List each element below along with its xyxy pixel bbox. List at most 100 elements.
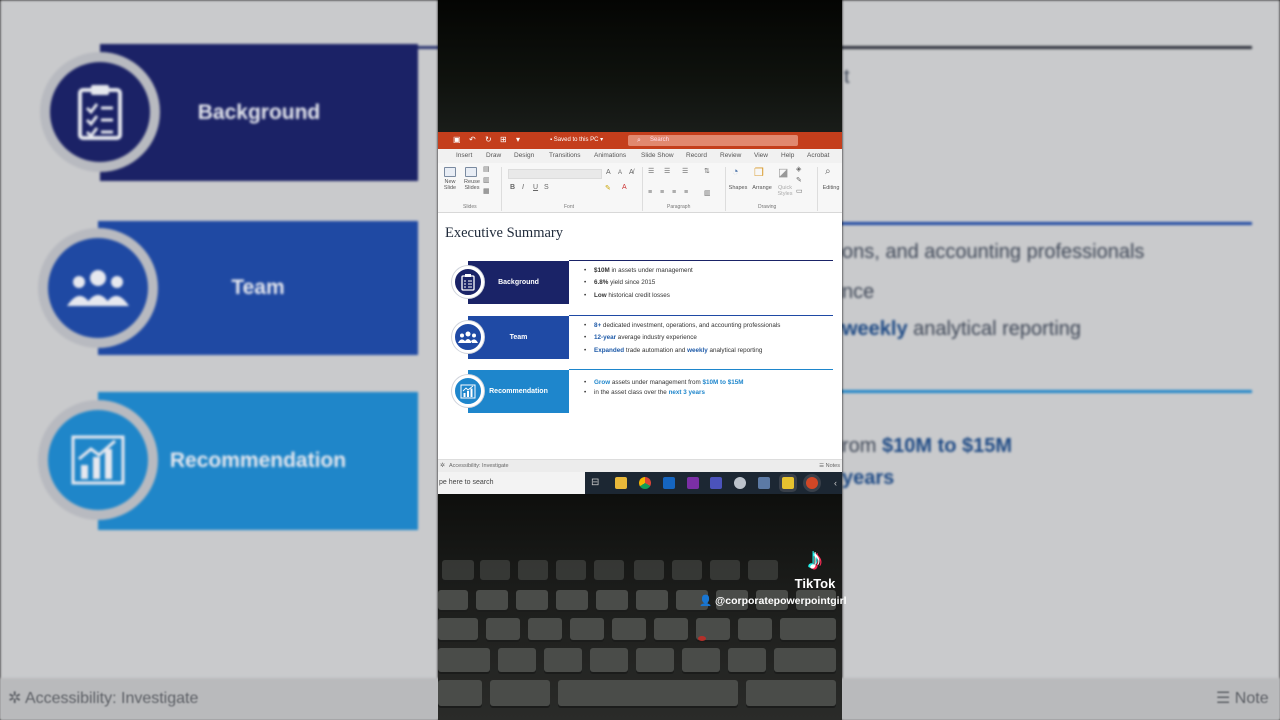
customize-icon[interactable]: ▾ [516,135,520,145]
tab-acrobat[interactable]: Acrobat [807,152,829,159]
highlight-icon[interactable]: ✎ [605,184,611,192]
bullets-recommendation: Grow assets under management from $10M t… [582,378,832,398]
tab-transitions[interactable]: Transitions [549,152,581,159]
bullet-item: Grow assets under management from $10M t… [582,378,832,388]
bg-accessibility: ✲ Accessibility: Investigate [8,690,199,707]
reuse-slides-button[interactable]: Reuse Slides [462,179,482,191]
present-icon[interactable]: ⊞ [500,135,507,145]
ribbon-separator [725,167,726,211]
key [490,680,550,706]
shape-effects-icon[interactable]: ▭ [796,187,803,195]
key [672,560,702,580]
key [570,618,604,640]
shapes-icon[interactable]: ◔ [732,166,739,178]
sticky-notes-icon[interactable] [782,477,794,489]
shapes-button[interactable]: Shapes [727,185,749,191]
reuse-slides-icon[interactable] [465,167,477,177]
bullets-background: $10M in assets under management 6.8% yie… [582,265,832,303]
slide-canvas[interactable]: Executive Summary Background $10M in ass… [438,213,842,459]
redo-icon[interactable]: ↻ [485,135,492,145]
tab-draw[interactable]: Draw [486,152,501,159]
row-team[interactable]: Team 8+ dedicated investment, operations… [452,315,834,361]
editing-icon[interactable]: ⌕ [825,166,831,177]
bullets-team: 8+ dedicated investment, operations, and… [582,320,832,358]
bold-icon[interactable]: B [510,184,515,191]
justify-icon[interactable]: ≡ [684,189,688,196]
font-name-box[interactable] [508,169,602,179]
editing-button[interactable]: Editing [820,185,842,191]
arrange-icon[interactable]: ❐ [754,166,764,179]
task-view-icon[interactable]: ⊟ [591,477,603,489]
taskbar-search-placeholder: pe here to search [439,479,494,486]
tab-record[interactable]: Record [686,152,707,159]
bullets-icon[interactable]: ☰ [648,167,654,175]
grow-font-icon[interactable]: A [606,169,611,176]
powerpoint-icon[interactable] [806,477,818,489]
search-box[interactable]: ⌕ Search [628,135,798,146]
align-center-icon[interactable]: ≡ [660,189,664,196]
tab-insert[interactable]: Insert [456,152,472,159]
tab-review[interactable]: Review [720,152,741,159]
file-explorer-icon[interactable] [615,477,627,489]
onenote-icon[interactable] [687,477,699,489]
strikethrough-icon[interactable]: S [544,184,549,191]
taskbar-search[interactable]: pe here to search [438,472,585,494]
tab-help[interactable]: Help [781,152,794,159]
quick-styles-label: Quick Styles [777,185,793,197]
quick-styles-button[interactable]: Quick Styles [775,185,795,197]
row-divider [569,369,833,370]
calculator-icon[interactable] [758,477,770,489]
tab-view[interactable]: View [754,152,768,159]
shape-outline-icon[interactable]: ✎ [796,176,802,184]
row-background[interactable]: Background $10M in assets under manageme… [452,260,834,306]
underline-icon[interactable]: U [533,184,538,191]
tab-design[interactable]: Design [514,152,534,159]
key [438,648,490,672]
tab-slide-show[interactable]: Slide Show [641,152,674,159]
creator-handle-text: @corporatepowerpointgirl [715,595,847,607]
slide-title[interactable]: Executive Summary [445,225,563,242]
undo-icon[interactable]: ↶ [469,135,476,145]
key [556,590,588,610]
layout-icon[interactable]: ▤ [483,165,490,173]
tab-animations[interactable]: Animations [594,152,626,159]
line-spacing-icon[interactable]: ☰ [682,167,688,175]
align-right-icon[interactable]: ≡ [672,189,676,196]
clear-format-icon[interactable]: A̸ [629,169,634,176]
notes-button[interactable]: ☰ Notes [819,463,840,469]
new-slide-button[interactable]: New Slide [441,179,459,191]
edge-icon[interactable] [734,477,746,489]
align-left-icon[interactable]: ≡ [648,189,652,196]
accessibility-icon[interactable]: ✲ [440,462,445,469]
key [438,590,468,610]
italic-icon[interactable]: I [522,184,524,191]
video-frame: Background Team Recommendation t ons, an… [0,0,1280,720]
columns-icon[interactable]: ▥ [704,189,711,197]
numbering-icon[interactable]: ☰ [664,167,670,175]
key [746,680,836,706]
quick-styles-icon[interactable]: ◪ [778,166,788,179]
arrange-label: Arrange [752,185,772,191]
chrome-icon[interactable] [639,477,651,489]
font-color-icon[interactable]: A [622,184,627,191]
key [486,618,520,640]
row-divider [569,315,833,316]
key [612,618,646,640]
row-recommendation[interactable]: Recommendation Grow assets under managem… [452,369,834,415]
outlook-icon[interactable] [663,477,675,489]
accessibility-status[interactable]: Accessibility: Investigate [449,463,509,469]
section-icon[interactable]: ▦ [483,187,490,195]
shrink-font-icon[interactable]: A [618,170,622,176]
teams-icon[interactable] [710,477,722,489]
save-icon[interactable]: ▣ [453,135,461,145]
new-slide-icon[interactable] [444,167,456,177]
shape-fill-icon[interactable]: ◈ [796,165,801,173]
search-icon: ⌕ [637,137,641,144]
bullet-item: 6.8% yield since 2015 [582,277,832,290]
reset-icon[interactable]: ▥ [483,176,490,184]
arrange-button[interactable]: Arrange [749,185,775,191]
key [682,648,720,672]
overflow-icon[interactable]: ‹ [834,477,840,489]
doc-save-status[interactable]: ▪ Saved to this PC ▾ [550,136,603,143]
text-direction-icon[interactable]: ⇅ [704,167,710,175]
